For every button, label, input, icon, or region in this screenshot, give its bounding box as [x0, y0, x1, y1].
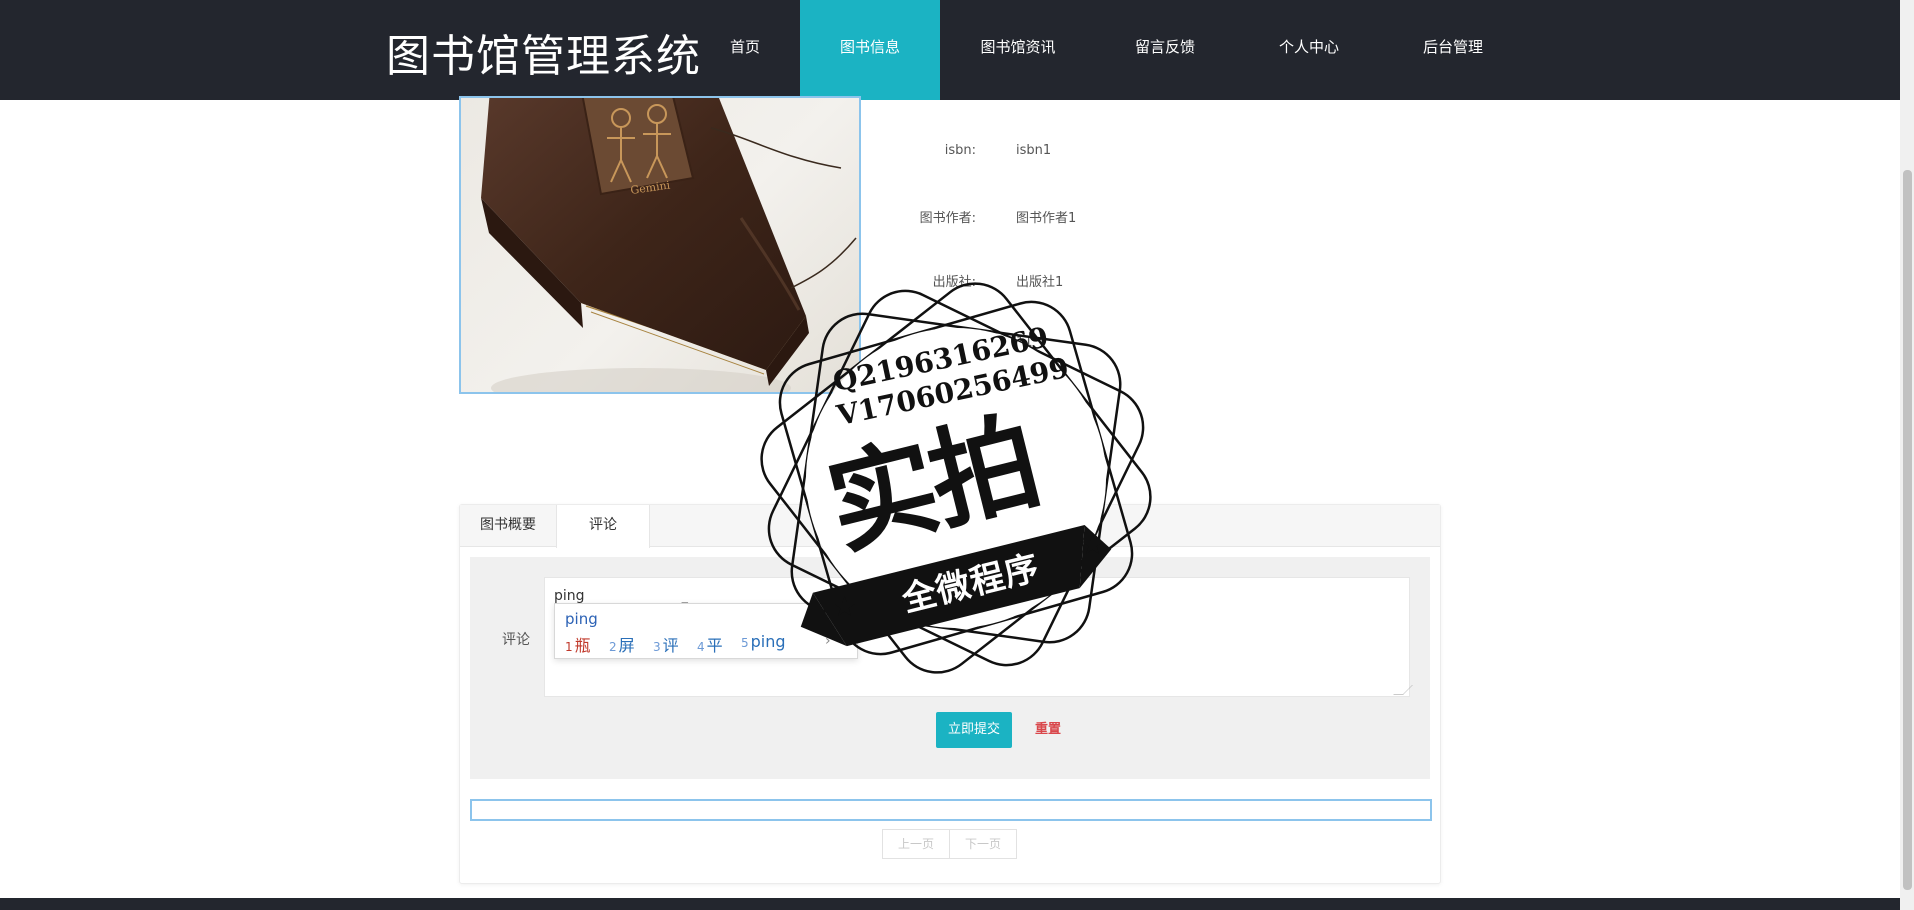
nav-personal-center[interactable]: 个人中心 — [1244, 0, 1374, 100]
scrollbar-thumb[interactable] — [1903, 170, 1912, 890]
comment-label: 评论 — [502, 632, 530, 648]
ime-candidate-number: 4 — [697, 640, 705, 654]
ime-candidate-popup: ping 1瓶 2屏 3评 4平 5 ping › — [554, 603, 858, 659]
ime-candidate-2[interactable]: 2屏 — [609, 632, 635, 656]
author-value: 图书作者1 — [1016, 211, 1077, 226]
isbn-label: isbn: — [944, 143, 976, 158]
author-label: 图书作者: — [919, 211, 976, 226]
ime-candidate-3[interactable]: 3评 — [653, 632, 679, 656]
ime-candidate-number: 2 — [609, 640, 617, 654]
reset-button[interactable]: 重置 — [1018, 712, 1078, 748]
ime-candidate-text: 平 — [706, 636, 723, 655]
ime-composition: ping — [565, 610, 598, 628]
isbn-value: isbn1 — [1016, 143, 1052, 158]
ime-candidate-1[interactable]: 1瓶 — [565, 632, 591, 656]
nav-home[interactable]: 首页 — [700, 0, 790, 100]
ime-candidate-text: 屏 — [618, 636, 635, 655]
ime-candidate-text: 评 — [662, 636, 679, 655]
buy-button[interactable]: 购买 — [895, 450, 949, 484]
ime-candidate-4[interactable]: 4平 — [697, 632, 723, 656]
tab-comments[interactable]: 评论 — [556, 505, 650, 548]
ime-next-page-icon[interactable]: › — [825, 633, 831, 649]
ebook-price-value: 1 — [1016, 399, 1025, 414]
tab-bar: 图书概要 评论 — [460, 505, 1440, 548]
ime-candidate-text: ping — [750, 632, 786, 651]
publisher-value: 出版社1 — [1016, 275, 1064, 290]
ebook-price-label: 电子版价格: — [906, 403, 976, 418]
nav-feedback[interactable]: 留言反馈 — [1100, 0, 1230, 100]
nav-admin[interactable]: 后台管理 — [1388, 0, 1518, 100]
book-cover-image: Gemini — [459, 96, 861, 394]
top-navbar: 图书馆管理系统 首页 图书信息 图书馆资讯 留言反馈 个人中心 后台管理 — [0, 0, 1900, 100]
publisher-label: 出版社: — [932, 275, 976, 290]
next-page-button[interactable]: 下一页 — [949, 829, 1017, 859]
nav-library-news[interactable]: 图书馆资讯 — [950, 0, 1086, 100]
ime-candidate-number: 5 — [741, 636, 749, 650]
ime-candidate-number: 3 — [653, 640, 661, 654]
submit-comment-button[interactable]: 立即提交 — [936, 712, 1012, 748]
physical-price-value: 11 — [1016, 335, 1033, 350]
ime-candidate-number: 1 — [565, 640, 573, 654]
comment-list — [470, 799, 1432, 821]
physical-price-label: 实体价格: — [919, 339, 976, 354]
watermark-qq: Q2196316269 — [830, 320, 1052, 399]
book-photo: Gemini — [481, 98, 857, 392]
watermark-wx: V17060256499 — [834, 350, 1072, 433]
book-detail-panel: 图书概要 评论 评论 I ping 1瓶 2屏 3评 4平 5ping › 立即… — [459, 504, 1441, 884]
tab-book-summary[interactable]: 图书概要 — [460, 505, 556, 547]
comment-form: 评论 I ping 1瓶 2屏 3评 4平 5ping › 立即提交 重置 — [470, 557, 1430, 779]
site-brand[interactable]: 图书馆管理系统 — [386, 20, 701, 84]
ime-candidate-text: 瓶 — [574, 636, 591, 655]
nav-book-info[interactable]: 图书信息 — [800, 0, 940, 100]
prev-page-button[interactable]: 上一页 — [882, 829, 950, 859]
footer-bar — [0, 898, 1900, 910]
ime-candidate-5[interactable]: 5 ping — [741, 632, 786, 651]
